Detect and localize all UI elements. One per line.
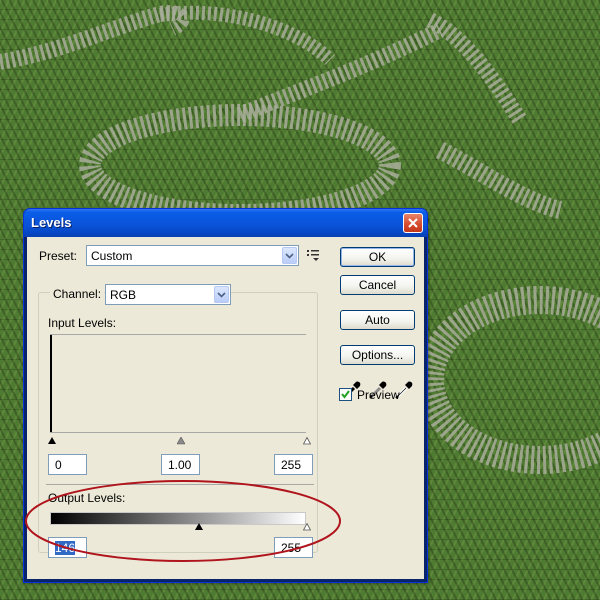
- input-gamma-slider[interactable]: [177, 437, 185, 445]
- dialog-title: Levels: [31, 215, 72, 230]
- channel-label: Channel:: [53, 287, 102, 301]
- cancel-button[interactable]: Cancel: [340, 275, 415, 295]
- auto-button[interactable]: Auto: [340, 310, 415, 330]
- preset-value: Custom: [91, 249, 133, 263]
- input-white-field[interactable]: 255: [274, 454, 313, 475]
- histogram-bar: [50, 335, 52, 433]
- preset-label: Preset:: [39, 249, 78, 263]
- channel-value: RGB: [110, 288, 137, 302]
- output-levels-label: Output Levels:: [48, 491, 126, 505]
- input-black-field[interactable]: 0: [48, 454, 87, 475]
- input-gamma-value: 1.00: [168, 458, 192, 472]
- dialog-body: Preset: Custom OK Cancel Auto Options...: [27, 237, 424, 579]
- channel-dropdown[interactable]: RGB: [105, 284, 231, 305]
- histogram: [50, 334, 306, 433]
- histogram-baseline: [50, 432, 306, 433]
- input-levels-label: Input Levels:: [48, 316, 117, 330]
- ok-button[interactable]: OK: [340, 247, 415, 267]
- chevron-down-icon: [214, 286, 229, 303]
- output-white-value: 255: [281, 541, 302, 555]
- input-gamma-field[interactable]: 1.00: [161, 454, 200, 475]
- levels-dialog: Levels Preset: Custom OK Cancel Auto Opt…: [23, 208, 428, 583]
- close-icon: [408, 218, 418, 228]
- input-white-value: 255: [281, 458, 302, 472]
- close-button[interactable]: [403, 213, 423, 233]
- preview-label: Preview: [357, 388, 400, 402]
- section-divider: [46, 484, 314, 485]
- output-black-slider[interactable]: [195, 523, 203, 531]
- title-bar[interactable]: Levels: [24, 209, 427, 237]
- output-black-field[interactable]: 146: [48, 537, 87, 558]
- output-white-slider[interactable]: [303, 523, 311, 531]
- input-black-value: 0: [55, 458, 62, 472]
- checkmark-icon: [341, 390, 350, 399]
- output-black-value: 146: [55, 541, 76, 555]
- output-white-field[interactable]: 255: [274, 537, 313, 558]
- chevron-down-icon: [282, 247, 297, 264]
- output-gradient-bar: [50, 512, 306, 525]
- preview-checkbox[interactable]: [339, 388, 352, 401]
- input-black-slider[interactable]: [48, 437, 56, 445]
- preset-dropdown[interactable]: Custom: [86, 245, 299, 266]
- input-white-slider[interactable]: [303, 437, 311, 445]
- preset-menu-icon[interactable]: [307, 249, 321, 261]
- options-button[interactable]: Options...: [340, 345, 415, 365]
- channel-legend: Channel:: [50, 285, 105, 303]
